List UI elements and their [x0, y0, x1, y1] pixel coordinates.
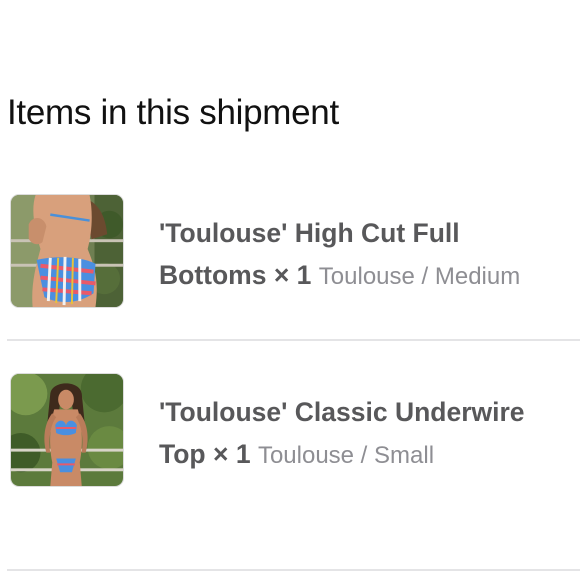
- item-quantity: × 1: [212, 439, 251, 469]
- item-variant: Toulouse / Medium: [318, 263, 521, 290]
- product-thumbnail[interactable]: [10, 194, 124, 308]
- shipment-items-page: Items in this shipment 'Toulouse' High C…: [0, 0, 580, 580]
- item-details: 'Toulouse' Classic Underwire Top × 1 Tou…: [159, 391, 574, 477]
- item-quantity: × 1: [273, 260, 312, 290]
- item-divider: [7, 569, 580, 571]
- item-details: 'Toulouse' High Cut Full Bottoms × 1 Tou…: [159, 212, 574, 298]
- item-name-line1: 'Toulouse' Classic Underwire: [159, 397, 525, 427]
- product-thumbnail[interactable]: [10, 373, 124, 487]
- item-name-line1: 'Toulouse' High Cut Full: [159, 218, 460, 248]
- bikini-top-image-icon: [11, 374, 123, 486]
- item-name-line2: Bottoms: [159, 260, 267, 290]
- shipment-item[interactable]: 'Toulouse' High Cut Full Bottoms × 1 Tou…: [0, 194, 580, 310]
- section-title: Items in this shipment: [7, 93, 339, 132]
- item-name-line2: Top: [159, 439, 206, 469]
- bikini-bottoms-image-icon: [11, 195, 123, 307]
- item-divider: [7, 339, 580, 341]
- item-variant: Toulouse / Small: [257, 442, 435, 469]
- shipment-item[interactable]: 'Toulouse' Classic Underwire Top × 1 Tou…: [0, 373, 580, 489]
